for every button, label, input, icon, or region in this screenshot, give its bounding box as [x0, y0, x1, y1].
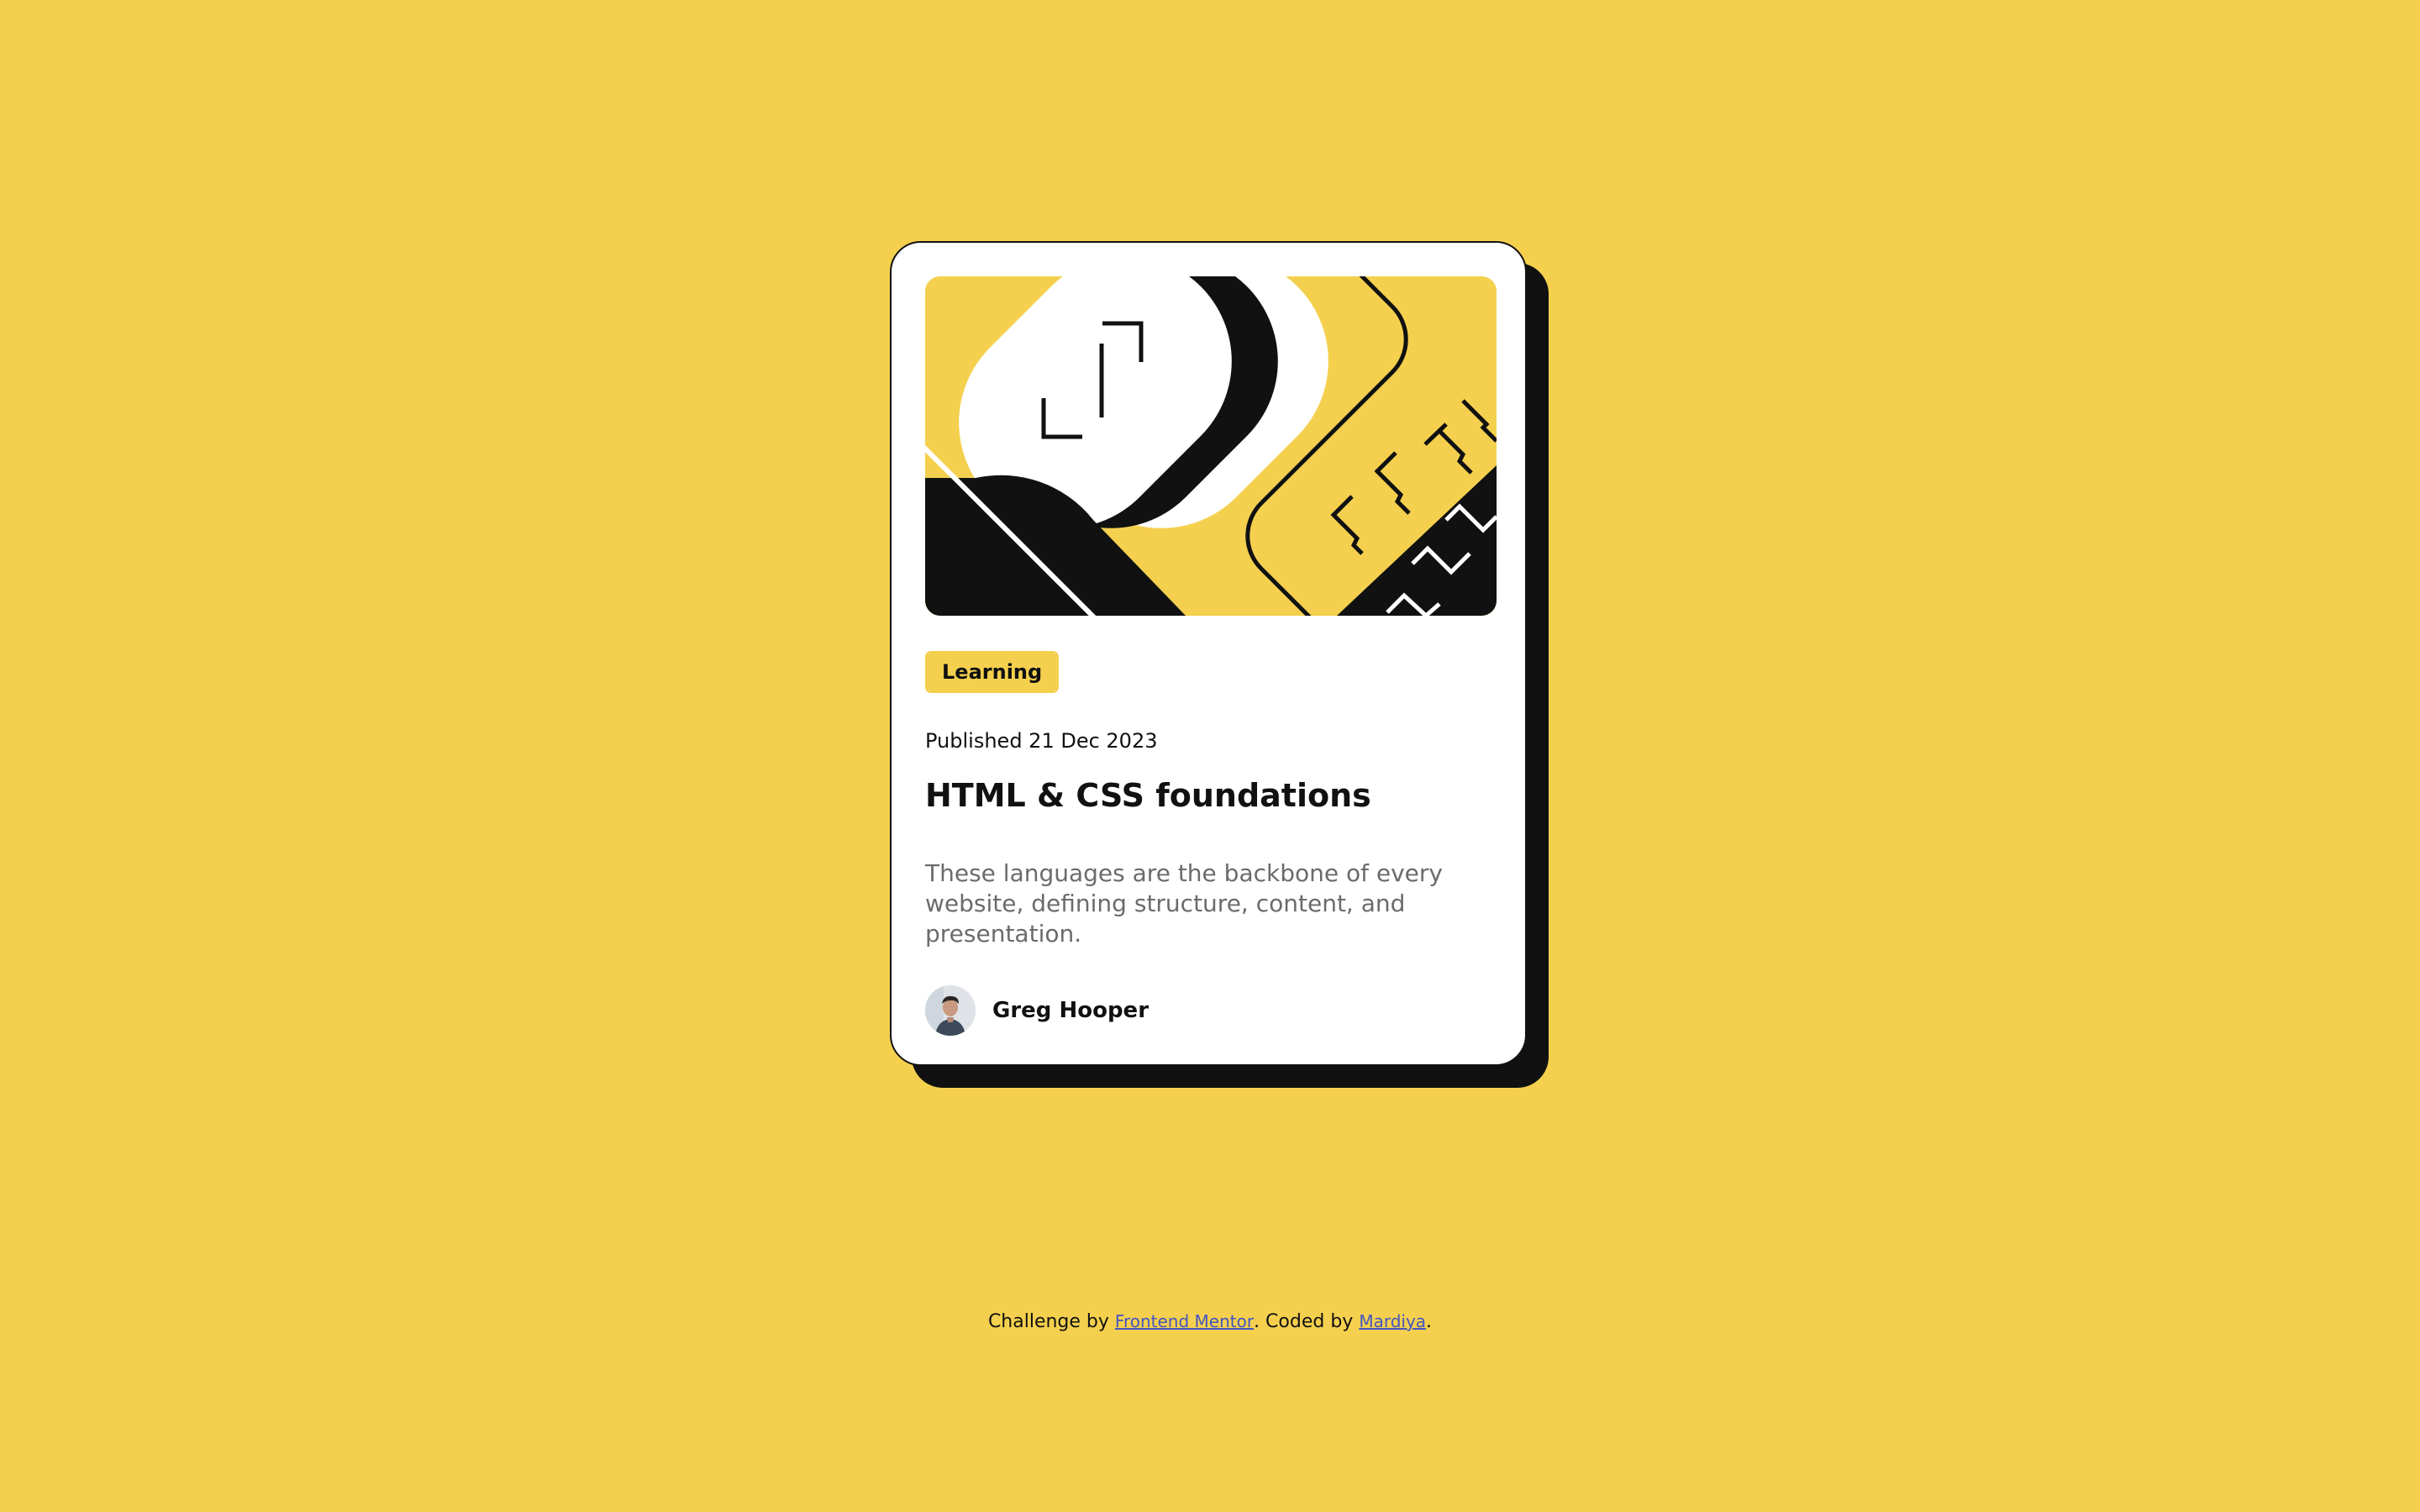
blog-preview-card: Learning Published 21 Dec 2023 HTML & CS… — [890, 241, 1527, 1066]
card-description: These languages are the backbone of ever… — [925, 859, 1443, 948]
frontend-mentor-link[interactable]: Frontend Mentor — [1115, 1311, 1254, 1331]
author-name: Greg Hooper — [992, 998, 1150, 1023]
avatar — [925, 985, 976, 1036]
mardiya-link[interactable]: Mardiya — [1359, 1311, 1426, 1331]
illustration — [925, 276, 1497, 616]
author: Greg Hooper — [925, 985, 1149, 1036]
published-date: Published 21 Dec 2023 — [925, 729, 1158, 753]
attribution-prefix: Challenge by — [987, 1311, 1109, 1332]
avatar-icon — [925, 985, 976, 1036]
card-title[interactable]: HTML & CSS foundations — [925, 775, 1371, 816]
attribution: Challenge by Frontend Mentor. Coded by M… — [0, 1309, 2420, 1335]
attribution-middle: . Coded by — [1254, 1311, 1354, 1332]
attribution-suffix: . — [1426, 1311, 1433, 1332]
category-tag: Learning — [925, 651, 1060, 693]
illustration-icon — [925, 276, 1497, 616]
